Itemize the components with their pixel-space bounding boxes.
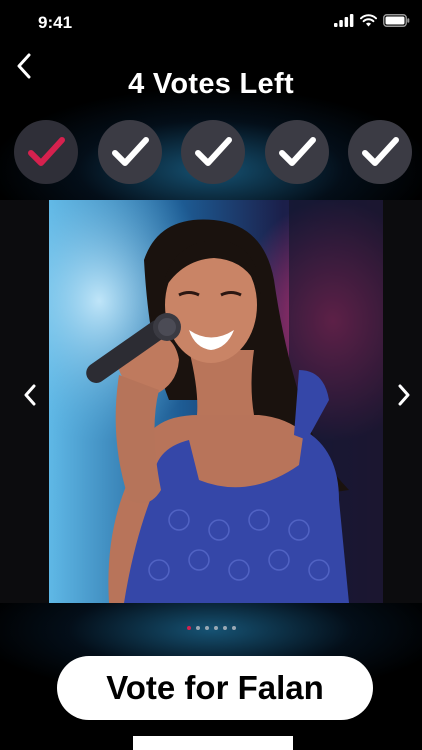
- check-icon: [111, 137, 149, 166]
- vote-slot-2: [97, 120, 162, 184]
- vote-slot-5: [348, 120, 412, 184]
- page-dot-3[interactable]: [204, 626, 209, 630]
- vote-button[interactable]: Vote for Falan: [57, 656, 373, 720]
- chevron-right-icon: [398, 384, 410, 406]
- chevron-left-icon: [24, 384, 36, 406]
- vote-slot-4: [264, 120, 329, 184]
- signal-icon: [334, 14, 354, 27]
- status-bar: 9:41: [0, 0, 422, 44]
- next-arrow[interactable]: [389, 380, 419, 410]
- check-icon: [362, 137, 399, 166]
- page-dot-4[interactable]: [213, 626, 218, 630]
- wifi-icon: [360, 14, 377, 27]
- page-dot-1[interactable]: [186, 626, 191, 630]
- status-icons: [334, 14, 410, 27]
- check-icon: [28, 137, 65, 166]
- check-icon: [278, 137, 316, 166]
- votes-indicator-row: [14, 120, 412, 184]
- contestant-photo-illustration: [49, 200, 383, 603]
- page-dot-2[interactable]: [195, 626, 200, 630]
- previous-arrow[interactable]: [15, 380, 45, 410]
- status-time: 9:41: [38, 13, 73, 32]
- contestant-photo[interactable]: [49, 200, 383, 603]
- vote-slot-1: [14, 120, 78, 184]
- carousel-page-indicator: [0, 626, 422, 630]
- page-dot-5[interactable]: [222, 626, 227, 630]
- check-icon: [195, 137, 232, 166]
- vote-slot-3: [181, 120, 245, 184]
- page-dot-6[interactable]: [231, 626, 236, 630]
- bottom-bar: [133, 736, 293, 750]
- battery-icon: [383, 14, 410, 27]
- votes-left-title: 4 Votes Left: [128, 68, 294, 100]
